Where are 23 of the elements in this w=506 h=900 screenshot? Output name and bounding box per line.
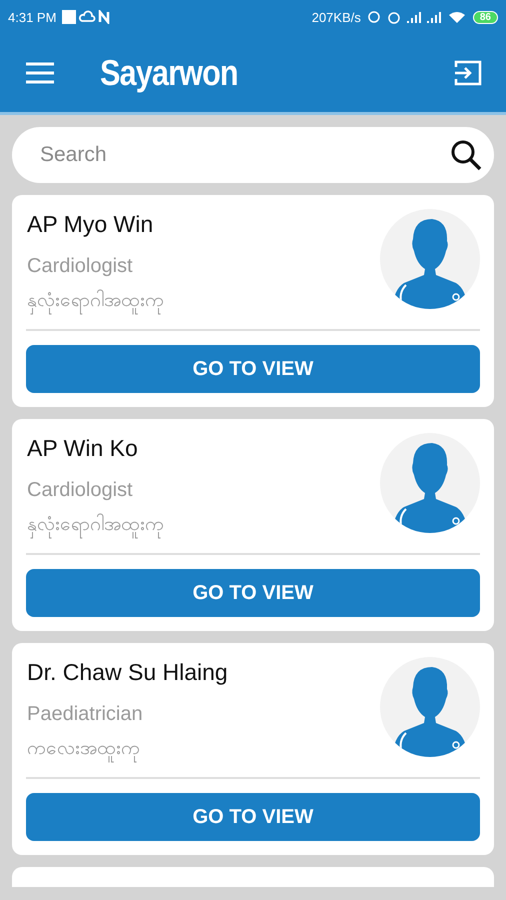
doctor-name: AP Myo Win [27, 211, 154, 238]
go-to-view-button[interactable]: GO TO VIEW [26, 569, 480, 617]
go-to-view-button[interactable]: GO TO VIEW [26, 793, 480, 841]
doctor-name: Dr. Chaw Su Hlaing [27, 659, 228, 686]
doctor-specialty: Cardiologist [27, 255, 134, 278]
doctor-name: AP Win Ko [27, 435, 139, 462]
doctor-avatar-icon [380, 433, 480, 533]
doctor-specialty-burmese: နှလုံးရောဂါအထူးကု [27, 511, 164, 539]
doctor-specialty-burmese: နှလုံးရောဂါအထူးကု [27, 287, 164, 315]
doctor-specialty-burmese: ကလေးအထူးကု [27, 735, 228, 763]
search-field[interactable]: Search [12, 127, 494, 183]
search-icon[interactable] [450, 139, 482, 171]
go-to-view-button[interactable]: GO TO VIEW [26, 345, 480, 393]
doctor-avatar-icon [380, 209, 480, 309]
doctor-specialty: Cardiologist [27, 479, 134, 502]
logout-button[interactable] [454, 59, 482, 87]
doctor-avatar-icon [380, 657, 480, 757]
doctor-specialty: Paediatrician [27, 703, 144, 726]
menu-button[interactable] [26, 62, 54, 84]
app-title: Sayarwon [100, 52, 238, 94]
battery-level: 86 [472, 10, 498, 24]
network-speed: 207KB/s [312, 10, 361, 24]
status-time: 4:31 PM [8, 10, 56, 24]
